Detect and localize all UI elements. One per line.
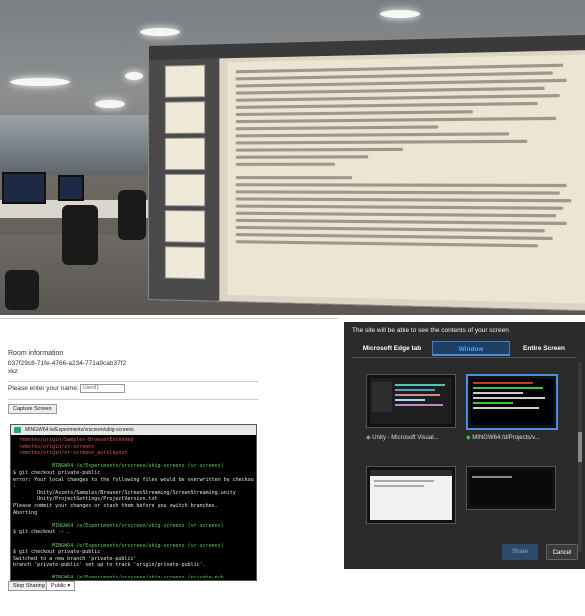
terminal-line: Unity/ProjectSettings/ProjectVersion.txt	[13, 496, 254, 503]
terminal-line: MINGW64 /e/Experiments/vrscreen/ubig-scr…	[13, 543, 254, 550]
office-chair	[5, 270, 39, 310]
capture-screen-button[interactable]: Capture Screen	[8, 404, 57, 414]
ceiling-light	[125, 72, 143, 80]
page-thumbnail	[165, 210, 205, 243]
terminal-line	[13, 569, 254, 576]
vr-floating-screen	[148, 33, 585, 311]
desktop-monitor	[58, 175, 84, 201]
stop-sharing-button[interactable]: Stop Sharing	[8, 581, 50, 591]
room-id: b37f29c8-71fe-4766-a234-771a9cab37f2	[8, 360, 126, 367]
terminal-line	[13, 536, 254, 543]
window-preview	[470, 470, 552, 506]
room-code: xkz	[8, 368, 18, 375]
ceiling-light	[95, 100, 125, 108]
page-thumbnail	[165, 174, 205, 206]
tab-divider	[352, 357, 577, 358]
ceiling-light	[10, 78, 70, 86]
terminal-line: MINGW64 /e/Experiments/vrscreen/ubig-scr…	[13, 575, 254, 578]
terminal-line: $ git checkout -- .	[13, 529, 254, 536]
terminal-line: $ git checkout private-public	[13, 470, 254, 477]
divider	[8, 381, 258, 382]
terminal-line: Aborting	[13, 510, 254, 517]
git-bash-icon	[14, 427, 21, 433]
ceiling-light	[380, 10, 420, 18]
vr-photo	[0, 0, 585, 315]
window-preview	[370, 378, 452, 424]
terminal-line: MINGW64 /e/Experiments/vrscreen/ubig-scr…	[13, 523, 254, 530]
chevron-down-icon: ▾	[68, 583, 71, 589]
dialog-title: The site will be able to see the content…	[352, 327, 509, 334]
terminal-title: MINGW64:/e/Experiments/vrscreen/ubig-scr…	[25, 427, 134, 433]
terminal-titlebar: MINGW64:/e/Experiments/vrscreen/ubig-scr…	[11, 425, 256, 435]
name-input[interactable]: User91	[80, 384, 125, 393]
terminal-line	[13, 516, 254, 523]
window-thumbnail[interactable]	[366, 466, 456, 524]
window-thumbnail-unity[interactable]	[366, 374, 456, 428]
terminal-line: $ git checkout private-public	[13, 549, 254, 556]
name-prompt: Please enter your name:	[8, 385, 79, 392]
terminal-line: Unity/Assets/Samples/Browser/ScreenStrea…	[13, 490, 254, 497]
cancel-button[interactable]: Cancel	[546, 544, 578, 560]
window-preview	[370, 470, 452, 520]
terminal-line	[13, 457, 254, 464]
share-button[interactable]: Share	[502, 544, 538, 560]
terminal-output: remotes/origin/Samples-BrowserExtended r…	[13, 437, 254, 578]
window-preview	[471, 379, 553, 425]
divider	[8, 399, 258, 400]
visual-studio-icon: ◆	[366, 435, 371, 441]
window-label-unity: ◆ Unity - Microsoft Visual...	[366, 434, 454, 441]
window-list-scrollbar[interactable]	[578, 362, 582, 552]
window-thumbnail[interactable]	[466, 466, 556, 510]
terminal-line: remotes/origin/vr-screens_autolayout	[13, 450, 254, 457]
visibility-select-value: Public	[51, 583, 66, 589]
office-chair	[118, 190, 146, 240]
page-thumbnail	[165, 101, 205, 134]
terminal-line: MINGW64 /e/Experiments/vrscreen/ubig-scr…	[13, 463, 254, 470]
tab-edge-tab[interactable]: Microsoft Edge tab	[352, 341, 432, 356]
page-thumbnail	[165, 138, 205, 170]
desktop-monitor	[2, 172, 46, 204]
terminal-line: :	[13, 483, 254, 490]
tab-entire-screen[interactable]: Entire Screen	[510, 341, 578, 356]
office-window	[0, 115, 150, 175]
vr-pdf-thumbnails	[149, 58, 219, 300]
office-chair	[62, 205, 98, 265]
terminal-line: remotes/origin/Samples-BrowserExtended	[13, 437, 254, 444]
terminal-window[interactable]: MINGW64:/e/Experiments/vrscreen/ubig-scr…	[10, 424, 257, 581]
scrollbar-thumb[interactable]	[578, 432, 582, 462]
terminal-line: Switched to a new branch 'private-public…	[13, 556, 254, 563]
page-thumbnail	[165, 65, 205, 98]
page-thumbnail	[165, 246, 205, 279]
ceiling-light	[140, 28, 180, 36]
window-thumbnail-mingw[interactable]	[466, 374, 558, 430]
terminal-line: Please commit your changes or stash them…	[13, 503, 254, 510]
tab-window[interactable]: Window	[432, 341, 510, 356]
vr-pdf-page	[227, 54, 585, 303]
terminal-line: error: Your local changes to the followi…	[13, 477, 254, 484]
screen-share-dialog: The site will be able to see the content…	[344, 322, 585, 569]
visibility-select[interactable]: Public ▾	[46, 581, 75, 591]
window-label-mingw: ◆ MINGW64:/d/Projects/v...	[466, 434, 554, 441]
git-bash-icon: ◆	[466, 435, 471, 441]
terminal-line: remotes/origin/vr-screens	[13, 444, 254, 451]
room-info-heading: Room information	[8, 350, 63, 357]
terminal-line: branch 'private-public' set up to track …	[13, 562, 254, 569]
